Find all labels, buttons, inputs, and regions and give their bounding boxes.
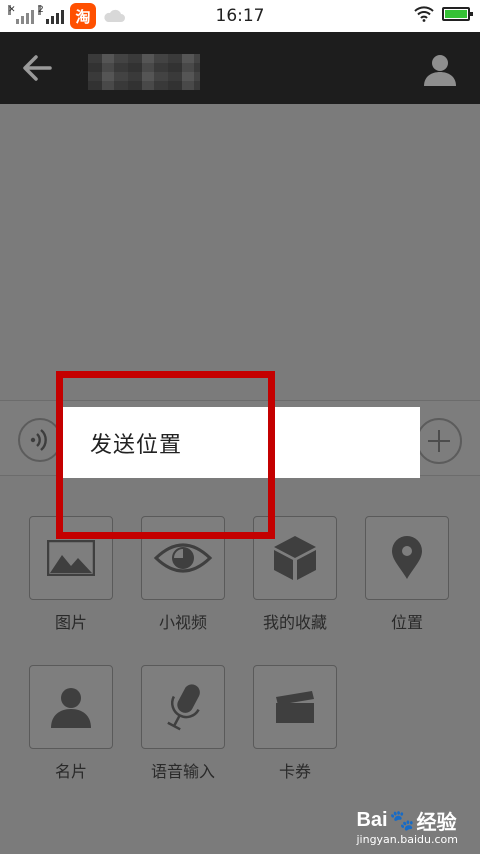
send-location-menu-item[interactable]: 发送位置 [90,427,182,459]
tool-coupons-label: 卡券 [278,762,311,781]
more-plus-button[interactable] [416,418,462,464]
person-card-icon [51,688,91,728]
tool-image[interactable]: 图片 [29,516,113,633]
voice-toggle-button[interactable] [18,418,62,462]
arrow-left-icon[interactable] [20,52,54,84]
tool-coupons[interactable]: 卡券 [253,665,337,782]
paw-icon: 🐾 [389,810,415,832]
watermark-brand: Bai [356,809,388,831]
tool-location-box[interactable] [365,516,449,600]
tool-favorites-label: 我的收藏 [262,613,327,632]
chat-message-area [0,104,480,400]
tool-favorites[interactable]: 我的收藏 [253,516,337,633]
tool-coupons-box[interactable] [253,665,337,749]
microphone-icon [167,684,200,731]
watermark-logo: Bai 🐾 经验 [356,806,458,835]
watermark-brand2: 经验 [416,812,457,834]
tool-image-label: 图片 [54,613,87,632]
wifi-icon [414,6,434,22]
tool-voice-input-label: 语音输入 [150,762,215,781]
tool-location[interactable]: 位置 [365,516,449,633]
eye-icon [153,543,213,573]
tool-voice-input-box[interactable] [141,665,225,749]
tools-panel: 图片 小视频 我的收藏 位置 名片 语音输入 卡券 Bai 🐾 经验 jingy… [0,476,480,854]
tool-short-video-box[interactable] [141,516,225,600]
cube-icon [274,536,316,580]
tool-contact-card-label: 名片 [54,762,87,781]
contact-name-pixelated [88,54,200,90]
tool-short-video-label: 小视频 [158,613,207,632]
popup-menu: 发送位置 [62,407,420,478]
status-bar: ✕ 2 淘 16:17 [0,0,480,32]
image-icon [47,540,95,576]
tool-favorites-box[interactable] [253,516,337,600]
card-wallet-icon [276,691,314,723]
battery-icon [442,7,473,21]
status-right [414,6,473,22]
clock: 16:17 [215,6,265,26]
tool-contact-card[interactable]: 名片 [29,665,113,782]
tool-image-box[interactable] [29,516,113,600]
chat-header [0,32,480,104]
sound-wave-icon [30,429,47,451]
tool-location-label: 位置 [390,613,423,632]
baidu-jingyan-watermark: Bai 🐾 经验 jingyan.baidu.com [356,806,458,846]
location-pin-icon [392,536,422,579]
person-icon[interactable] [420,50,460,90]
watermark-site: jingyan.baidu.com [356,833,458,846]
tool-voice-input[interactable]: 语音输入 [141,665,225,782]
battery-fill [445,10,467,18]
tool-short-video[interactable]: 小视频 [141,516,225,633]
tool-contact-card-box[interactable] [29,665,113,749]
